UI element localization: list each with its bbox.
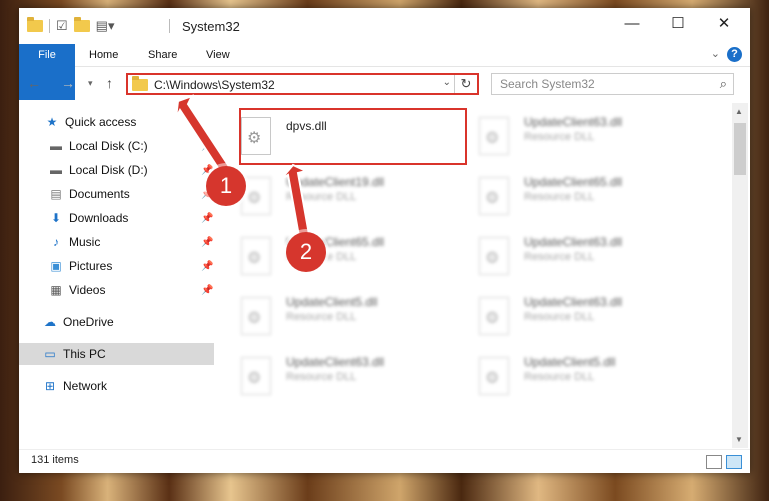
file-item[interactable]: UpdateClient63.dll Resource DLL [477,291,702,347]
view-switcher [706,455,742,469]
properties-icon[interactable]: ☑ [56,18,68,34]
network-icon: ⊞ [44,379,56,393]
toolbar-divider [49,19,50,33]
tab-view[interactable]: View [206,44,230,66]
item-count: 131 items [31,454,79,466]
documents-icon: ▤ [50,187,62,201]
customize-icon[interactable]: ▤▾ [96,18,115,34]
address-bar[interactable]: C:\Windows\System32 ⌄ ↻ [126,73,479,95]
dll-file-icon [241,357,271,395]
sidebar-item-downloads[interactable]: ⬇ Downloads [49,207,128,229]
computer-icon: ▭ [44,347,56,361]
status-bar: 131 items [19,449,750,474]
download-icon: ⬇ [50,211,62,225]
star-icon: ★ [46,115,58,129]
scroll-thumb[interactable] [734,123,746,175]
dll-file-icon [479,237,509,275]
sidebar-item-onedrive[interactable]: ☁ OneDrive [43,311,114,333]
tab-home[interactable]: Home [89,44,118,66]
details-view-icon[interactable] [706,455,722,469]
vertical-scrollbar[interactable]: ▲ ▼ [732,103,748,448]
sidebar-item-network[interactable]: ⊞ Network [43,375,107,397]
file-highlight-box [239,108,467,165]
pin-icon[interactable]: 📌 [201,261,213,272]
videos-icon: ▦ [50,283,62,297]
expand-ribbon-icon[interactable]: ⌄ [711,47,720,60]
title-bar: ☑ ▤▾ System32 — ☐ ✕ [19,8,750,44]
sidebar-item-quick-access[interactable]: ★ Quick access [45,111,137,133]
file-item[interactable]: UpdateClient5.dll Resource DLL [477,351,702,407]
file-list: dpvs.dll UpdateClient19.dll Resource DLL… [219,103,732,448]
address-dropdown-icon[interactable]: ⌄ [443,77,451,88]
navigation-pane: ★ Quick access ▬ Local Disk (C:) 📌 ▬ Loc… [19,103,214,443]
minimize-button[interactable]: — [609,8,655,38]
dll-file-icon [479,177,509,215]
file-item[interactable]: UpdateClient63.dll Resource DLL [239,351,464,407]
window-title: System32 [182,19,240,34]
sidebar-item-local-disk-c[interactable]: ▬ Local Disk (C:) [49,135,148,157]
step-2-badge: 2 [286,232,326,272]
pin-icon[interactable]: 📌 [201,213,213,224]
search-icon: ⌕ [719,76,727,91]
sidebar-item-pictures[interactable]: ▣ Pictures [49,255,112,277]
title-divider [169,19,170,33]
help-icon[interactable]: ? [727,47,742,62]
refresh-icon[interactable]: ↻ [454,75,477,93]
sidebar-item-videos[interactable]: ▦ Videos [49,279,105,301]
ribbon-tabs: File Home Share View ⌄ ? [19,44,750,100]
scroll-down-icon[interactable]: ▼ [735,435,743,444]
music-icon: ♪ [53,235,59,249]
tiles-view-icon[interactable] [726,455,742,469]
drive-icon: ▬ [50,163,62,177]
file-item[interactable]: UpdateClient65.dll Resource DLL [477,171,702,227]
recent-locations-icon[interactable]: ▾ [88,78,93,89]
back-icon[interactable]: ← [27,75,41,91]
pin-icon[interactable]: 📌 [201,285,213,296]
tab-share[interactable]: Share [148,44,177,66]
maximize-button[interactable]: ☐ [655,8,701,38]
pictures-icon: ▣ [50,259,62,273]
file-item[interactable]: UpdateClient65.dll Resource DLL [239,231,464,287]
drive-icon: ▬ [50,139,62,153]
new-folder-icon[interactable] [73,17,90,32]
sidebar-item-documents[interactable]: ▤ Documents [49,183,129,205]
file-item[interactable]: UpdateClient19.dll Resource DLL [239,171,464,227]
address-path[interactable]: C:\Windows\System32 [154,78,275,92]
up-icon[interactable]: ↑ [106,75,113,91]
search-input[interactable]: Search System32 ⌕ [491,73,734,95]
explorer-window: ☑ ▤▾ System32 — ☐ ✕ File Home Share View… [19,8,750,473]
dll-file-icon [479,357,509,395]
file-item[interactable]: UpdateClient5.dll Resource DLL [239,291,464,347]
step-1-badge: 1 [206,166,246,206]
sidebar-item-this-pc[interactable]: ▭ This PC [19,343,214,365]
pin-icon[interactable]: 📌 [201,141,213,152]
sidebar-item-local-disk-d[interactable]: ▬ Local Disk (D:) [49,159,148,181]
forward-icon[interactable]: → [61,75,75,91]
close-button[interactable]: ✕ [701,8,747,38]
dll-file-icon [479,117,509,155]
dll-file-icon [241,237,271,275]
file-item[interactable]: UpdateClient63.dll Resource DLL [477,111,702,167]
dll-file-icon [479,297,509,335]
scroll-up-icon[interactable]: ▲ [735,107,743,116]
address-folder-icon [132,76,148,91]
search-placeholder: Search System32 [500,77,595,91]
folder-icon[interactable] [27,17,43,32]
sidebar-item-music[interactable]: ♪ Music [49,231,100,253]
file-item[interactable]: UpdateClient63.dll Resource DLL [477,231,702,287]
navigation-bar: ← → ▾ ↑ C:\Windows\System32 ⌄ ↻ Search S… [19,67,750,101]
quick-access-toolbar: ☑ ▤▾ [27,17,115,34]
dll-file-icon [241,297,271,335]
pin-icon[interactable]: 📌 [201,237,213,248]
cloud-icon: ☁ [44,315,56,329]
